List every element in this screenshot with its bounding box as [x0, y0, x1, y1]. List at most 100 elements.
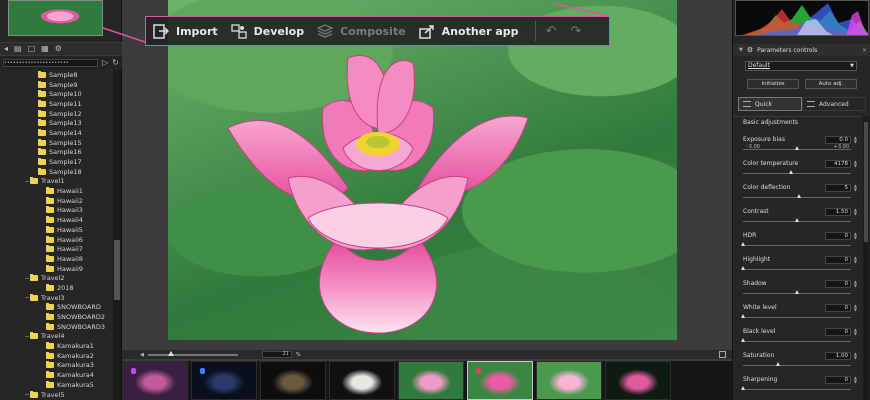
close-panel-icon[interactable]: ×	[862, 47, 867, 54]
tab-quick[interactable]: Quick	[738, 97, 802, 111]
preset-select[interactable]: Default ▼	[745, 61, 857, 71]
zoom-slider-knob[interactable]	[167, 350, 174, 356]
tree-scrollbar[interactable]	[113, 70, 121, 400]
tree-item[interactable]: Kamakura3	[0, 361, 112, 371]
back-icon[interactable]: ◂	[4, 44, 8, 54]
tree-item[interactable]: 2018	[0, 283, 112, 293]
parameter-value-field[interactable]: 0.0 ▲ ▼	[825, 136, 857, 144]
parameter-value-field[interactable]: 0 ▲ ▼	[825, 376, 857, 384]
spinner-icon[interactable]: ▲ ▼	[852, 304, 857, 312]
parameter-slider-knob[interactable]	[789, 170, 794, 174]
tree-item[interactable]: Sample15	[0, 138, 112, 148]
spinner-icon[interactable]: ▲ ▼	[852, 208, 857, 216]
parameter-slider-knob[interactable]	[794, 218, 799, 222]
tree-item[interactable]: Sample10	[0, 89, 112, 99]
main-photo[interactable]	[168, 0, 677, 340]
parameter-value-field[interactable]: 0 ▲ ▼	[825, 256, 857, 264]
parameter-slider[interactable]	[743, 269, 851, 270]
comment-icon[interactable]: □	[28, 44, 36, 54]
tree-item[interactable]: Sample13	[0, 118, 112, 128]
parameter-value-field[interactable]: 0 ▲ ▼	[825, 280, 857, 288]
parameter-slider[interactable]	[743, 365, 851, 366]
another-app-button[interactable]: Another app	[418, 16, 531, 46]
folder-view-icon[interactable]: ▤	[14, 44, 22, 54]
tree-item[interactable]: Hawaii9	[0, 264, 112, 274]
spinner-icon[interactable]: ▲ ▼	[852, 352, 857, 360]
spinner-icon[interactable]: ▲ ▼	[852, 160, 857, 168]
tree-item[interactable]: Kamakura1	[0, 341, 112, 351]
tree-item[interactable]: Hawaii2	[0, 196, 112, 206]
develop-button[interactable]: Develop	[230, 16, 316, 46]
tree-item[interactable]: SNOWBOARD2	[0, 312, 112, 322]
undo-icon[interactable]: ↶	[546, 24, 557, 39]
parameter-value-field[interactable]: 1.50 ▲ ▼	[825, 208, 857, 216]
filmstrip-thumbnail[interactable]	[260, 361, 326, 400]
tree-item[interactable]: Hawaii4	[0, 215, 112, 225]
navigator-preview[interactable]	[8, 0, 103, 36]
tab-advanced[interactable]: Advanced	[802, 97, 866, 111]
parameter-slider-knob[interactable]	[796, 194, 801, 198]
parameter-slider[interactable]	[743, 317, 851, 318]
tree-item[interactable]: Hawaii7	[0, 244, 112, 254]
folder-up-icon[interactable]: ▷	[102, 58, 108, 68]
tree-item[interactable]: Kamakura4	[0, 370, 112, 380]
spinner-icon[interactable]: ▲ ▼	[852, 328, 857, 336]
tree-item[interactable]: Sample17	[0, 157, 112, 167]
tree-item[interactable]: Hawaii8	[0, 254, 112, 264]
parameter-slider-knob[interactable]	[794, 146, 799, 150]
parameter-slider-knob[interactable]	[776, 362, 781, 366]
parameter-value-field[interactable]: 1.00 ▲ ▼	[825, 352, 857, 360]
tree-item[interactable]: Sample11	[0, 99, 112, 109]
parameters-scroll-thumb[interactable]	[864, 122, 868, 242]
parameter-slider[interactable]	[743, 173, 851, 174]
tree-item[interactable]: − Travel2	[0, 273, 112, 283]
tree-item[interactable]: Kamakura2	[0, 351, 112, 361]
tree-item[interactable]: − Travel1	[0, 177, 112, 187]
path-input[interactable]: ••••••••••••••••••••••	[3, 59, 99, 67]
refresh-icon[interactable]: ↻	[112, 58, 119, 68]
parameter-value-field[interactable]: 0 ▲ ▼	[825, 328, 857, 336]
filmstrip-thumbnail[interactable]	[467, 361, 533, 400]
parameter-slider-knob[interactable]	[740, 314, 745, 318]
tree-item[interactable]: SNOWBOARD3	[0, 322, 112, 332]
spinner-icon[interactable]: ▲ ▼	[852, 184, 857, 192]
tree-item[interactable]: Sample8	[0, 70, 112, 80]
fit-window-icon[interactable]	[719, 351, 726, 358]
filmstrip-thumbnail[interactable]	[191, 361, 257, 400]
tree-item[interactable]: Sample18	[0, 167, 112, 177]
redo-icon[interactable]: ↷	[570, 24, 581, 39]
spinner-icon[interactable]: ▲ ▼	[852, 232, 857, 240]
spinner-icon[interactable]: ▲ ▼	[852, 136, 857, 144]
tree-item[interactable]: Hawaii5	[0, 225, 112, 235]
filmstrip-thumbnail[interactable]	[329, 361, 395, 400]
basic-adjustments-header[interactable]: Basic adjustments	[733, 116, 861, 128]
tree-item[interactable]: − Travel5	[0, 390, 112, 400]
composite-button[interactable]: Composite	[316, 16, 418, 46]
tree-item[interactable]: Hawaii6	[0, 235, 112, 245]
zoom-out-icon[interactable]: ◀	[140, 350, 144, 360]
parameter-slider-knob[interactable]	[794, 290, 799, 294]
parameter-slider[interactable]	[743, 389, 851, 390]
tree-item[interactable]: Hawaii1	[0, 186, 112, 196]
parameter-slider-knob[interactable]	[740, 386, 745, 390]
tree-item[interactable]: Sample12	[0, 109, 112, 119]
tree-item[interactable]: Sample14	[0, 128, 112, 138]
spinner-icon[interactable]: ▲ ▼	[852, 256, 857, 264]
tree-item[interactable]: Sample9	[0, 80, 112, 90]
filmstrip-thumbnail[interactable]	[122, 361, 188, 400]
parameter-slider[interactable]	[743, 341, 851, 342]
parameter-slider-knob[interactable]	[740, 338, 745, 342]
tree-scroll-thumb[interactable]	[114, 240, 120, 300]
parameter-slider[interactable]	[743, 245, 851, 246]
collapse-icon[interactable]: ▼	[739, 47, 743, 53]
settings-icon[interactable]: ⚙	[55, 44, 62, 54]
spinner-icon[interactable]: ▲ ▼	[852, 280, 857, 288]
grid-icon[interactable]: ▦	[41, 44, 49, 54]
zoom-value-field[interactable]: 21	[261, 351, 292, 358]
parameters-scrollbar[interactable]	[863, 116, 869, 400]
filmstrip-thumbnail[interactable]	[605, 361, 671, 400]
parameter-slider-knob[interactable]	[740, 242, 745, 246]
tree-item[interactable]: − Travel4	[0, 332, 112, 342]
parameter-value-field[interactable]: 0 ▲ ▼	[825, 232, 857, 240]
tree-item[interactable]: Sample16	[0, 148, 112, 158]
